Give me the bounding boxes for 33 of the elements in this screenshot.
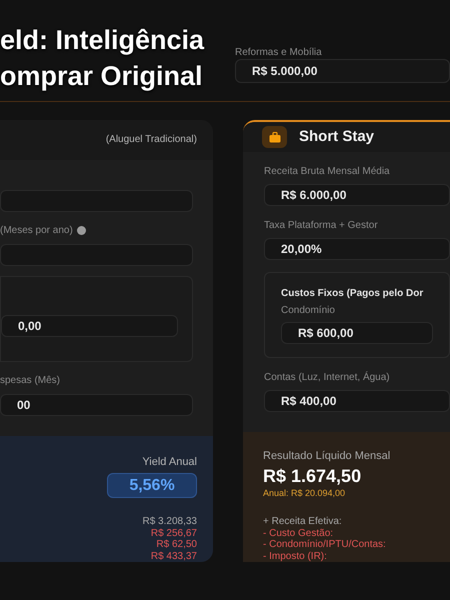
breakdown-label: - Condomínio/IPTU/Contas: (263, 539, 387, 550)
breakdown-label: - Imposto (IR): (263, 550, 328, 562)
video-caption: eld: Inteligência (0, 24, 204, 57)
field-label: Reformas e Mobília (235, 47, 322, 58)
input-field[interactable]: 0,00 (1, 314, 178, 336)
breakdown-value: R$ 3.208,33 (142, 516, 197, 528)
group-title: Custos Fixos (Pagos pelo Dor (281, 286, 424, 300)
input-field[interactable]: R$ 5.000,00 (235, 59, 450, 83)
card-title: Short Stay (299, 126, 374, 147)
result-value: R$ 1.674,50 (263, 464, 362, 486)
result-label: Resultado Líquido Mensal (263, 449, 392, 464)
yield-badge: 5,56% (107, 473, 197, 498)
field-label: Contas (Luz, Internet, Água) (264, 370, 390, 384)
breakdown-value: R$ 62,50 (156, 539, 197, 550)
input-field[interactable]: R$ 400,00 (264, 390, 450, 412)
input-field[interactable]: 20,00% (264, 238, 450, 260)
annual-value: Anual: R$ 20.094,00 (263, 486, 346, 500)
breakdown-label: - Custo Gestão: (263, 528, 334, 539)
breakdown-value: R$ 433,37 (150, 550, 197, 562)
breakdown-label: + Receita Efetiva: (263, 516, 343, 528)
briefcase-icon (262, 126, 287, 148)
card-subtitle: (Aluguel Tradicional) (106, 133, 197, 148)
field-label: Receita Bruta Mensal Média (264, 164, 390, 178)
video-caption: omprar Original (0, 60, 204, 93)
breakdown-value: R$ 256,67 (150, 528, 197, 539)
input-field[interactable]: R$ 6.000,00 (264, 184, 450, 206)
field-label: spesas (Mês) (0, 374, 60, 388)
field-label: Taxa Plataforma + Gestor (264, 218, 378, 232)
yield-label: Yield Anual (142, 454, 197, 470)
field-label: (Meses por ano) (0, 224, 73, 238)
field-label: Condomínio (281, 304, 335, 318)
input-field[interactable]: R$ 600,00 (281, 322, 433, 344)
input-field[interactable]: 00 (0, 394, 193, 416)
